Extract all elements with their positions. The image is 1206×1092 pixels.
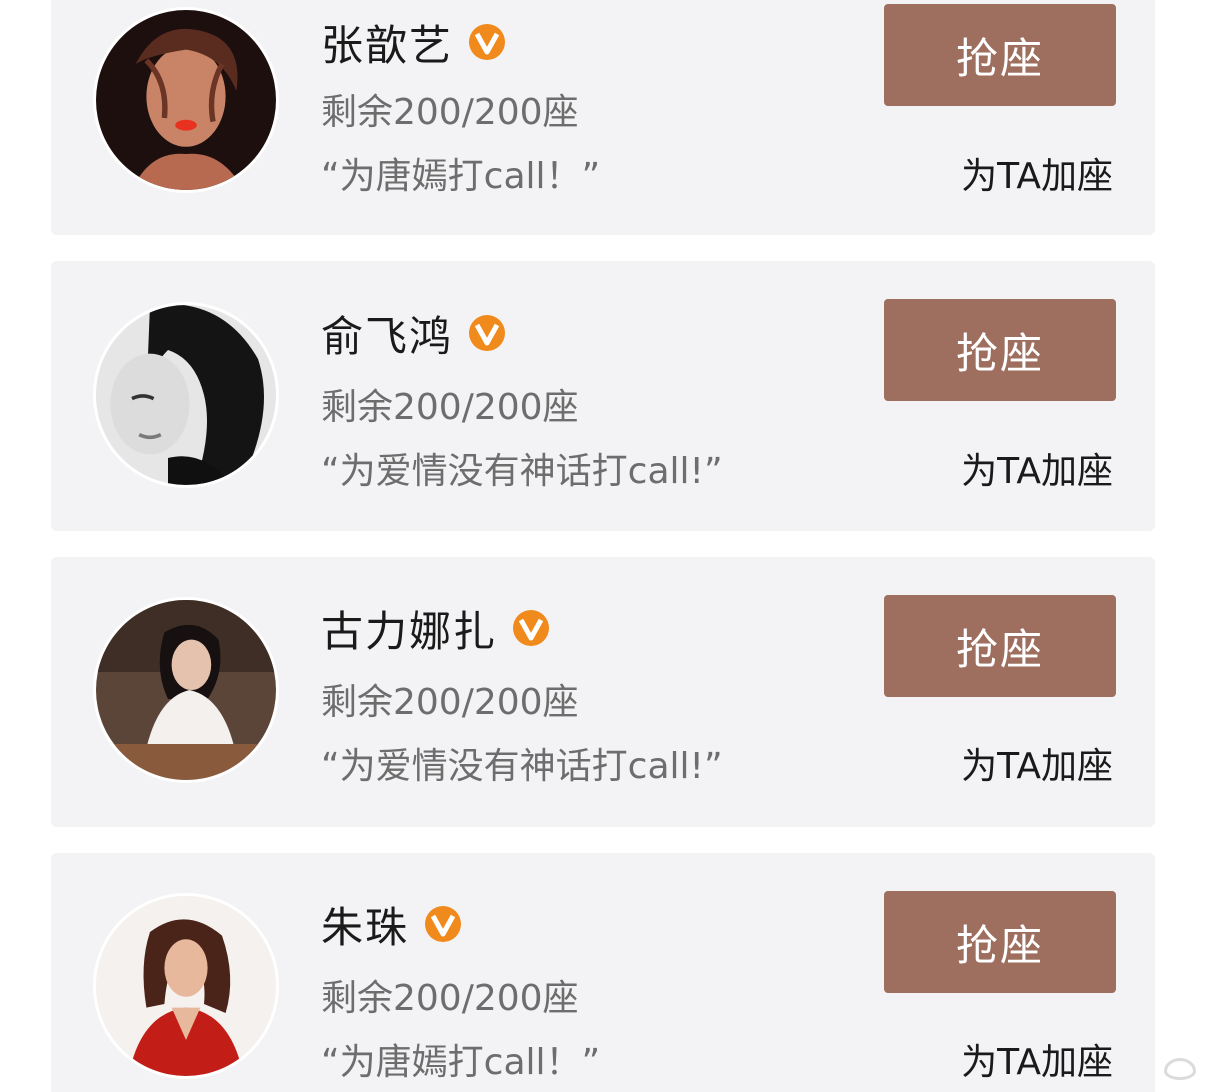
weibo-logo-icon (1164, 1058, 1196, 1080)
celebrity-card: 朱珠 剩余200/200座 “为唐嫣打call！” 抢座 为TA加座 (51, 853, 1155, 1092)
avatar[interactable] (93, 7, 279, 193)
support-quote: “为唐嫣打call！” (321, 156, 601, 197)
grab-seat-button[interactable]: 抢座 (884, 299, 1116, 401)
verified-v-icon (425, 906, 462, 942)
avatar[interactable] (93, 302, 279, 488)
seats-remaining: 剩余200/200座 (321, 387, 579, 428)
support-quote: “为唐嫣打call！” (321, 1042, 601, 1083)
seats-remaining: 剩余200/200座 (321, 92, 579, 133)
celebrity-name: 张歆艺 (321, 20, 454, 70)
celebrity-name: 朱珠 (321, 902, 410, 952)
support-quote: “为爱情没有神话打call!” (321, 451, 723, 492)
woman-portrait-dark-red-icon (96, 10, 276, 190)
add-seat-link[interactable]: 为TA加座 (961, 737, 1113, 789)
grab-seat-button[interactable]: 抢座 (884, 595, 1116, 697)
grab-seat-button[interactable]: 抢座 (884, 4, 1116, 106)
celebrity-name: 俞飞鸿 (321, 311, 454, 361)
celebrity-card: 古力娜扎 剩余200/200座 “为爱情没有神话打call!” 抢座 为TA加座 (51, 557, 1155, 827)
verified-v-icon (469, 24, 506, 60)
grab-seat-button[interactable]: 抢座 (884, 891, 1116, 993)
verified-v-icon (469, 315, 506, 351)
add-seat-link[interactable]: 为TA加座 (961, 1033, 1113, 1085)
avatar[interactable] (93, 597, 279, 783)
celebrity-card: 张歆艺 剩余200/200座 “为唐嫣打call！” 抢座 为TA加座 (51, 0, 1155, 235)
woman-portrait-white-sweater-icon (96, 600, 276, 780)
avatar[interactable] (93, 893, 279, 1079)
woman-portrait-red-dress-icon (96, 896, 276, 1076)
woman-portrait-black-white-icon (96, 305, 276, 485)
seats-remaining: 剩余200/200座 (321, 682, 579, 723)
celebrity-name: 古力娜扎 (321, 606, 498, 656)
verified-v-icon (513, 610, 550, 646)
seat-list-page: 张歆艺 剩余200/200座 “为唐嫣打call！” 抢座 为TA加座 俞飞鸿 (0, 0, 1206, 1092)
celebrity-card: 俞飞鸿 剩余200/200座 “为爱情没有神话打call!” 抢座 为TA加座 (51, 261, 1155, 531)
add-seat-link[interactable]: 为TA加座 (961, 442, 1113, 494)
seats-remaining: 剩余200/200座 (321, 978, 579, 1019)
add-seat-link[interactable]: 为TA加座 (961, 147, 1113, 199)
watermark (1164, 1058, 1196, 1080)
support-quote: “为爱情没有神话打call!” (321, 746, 723, 787)
